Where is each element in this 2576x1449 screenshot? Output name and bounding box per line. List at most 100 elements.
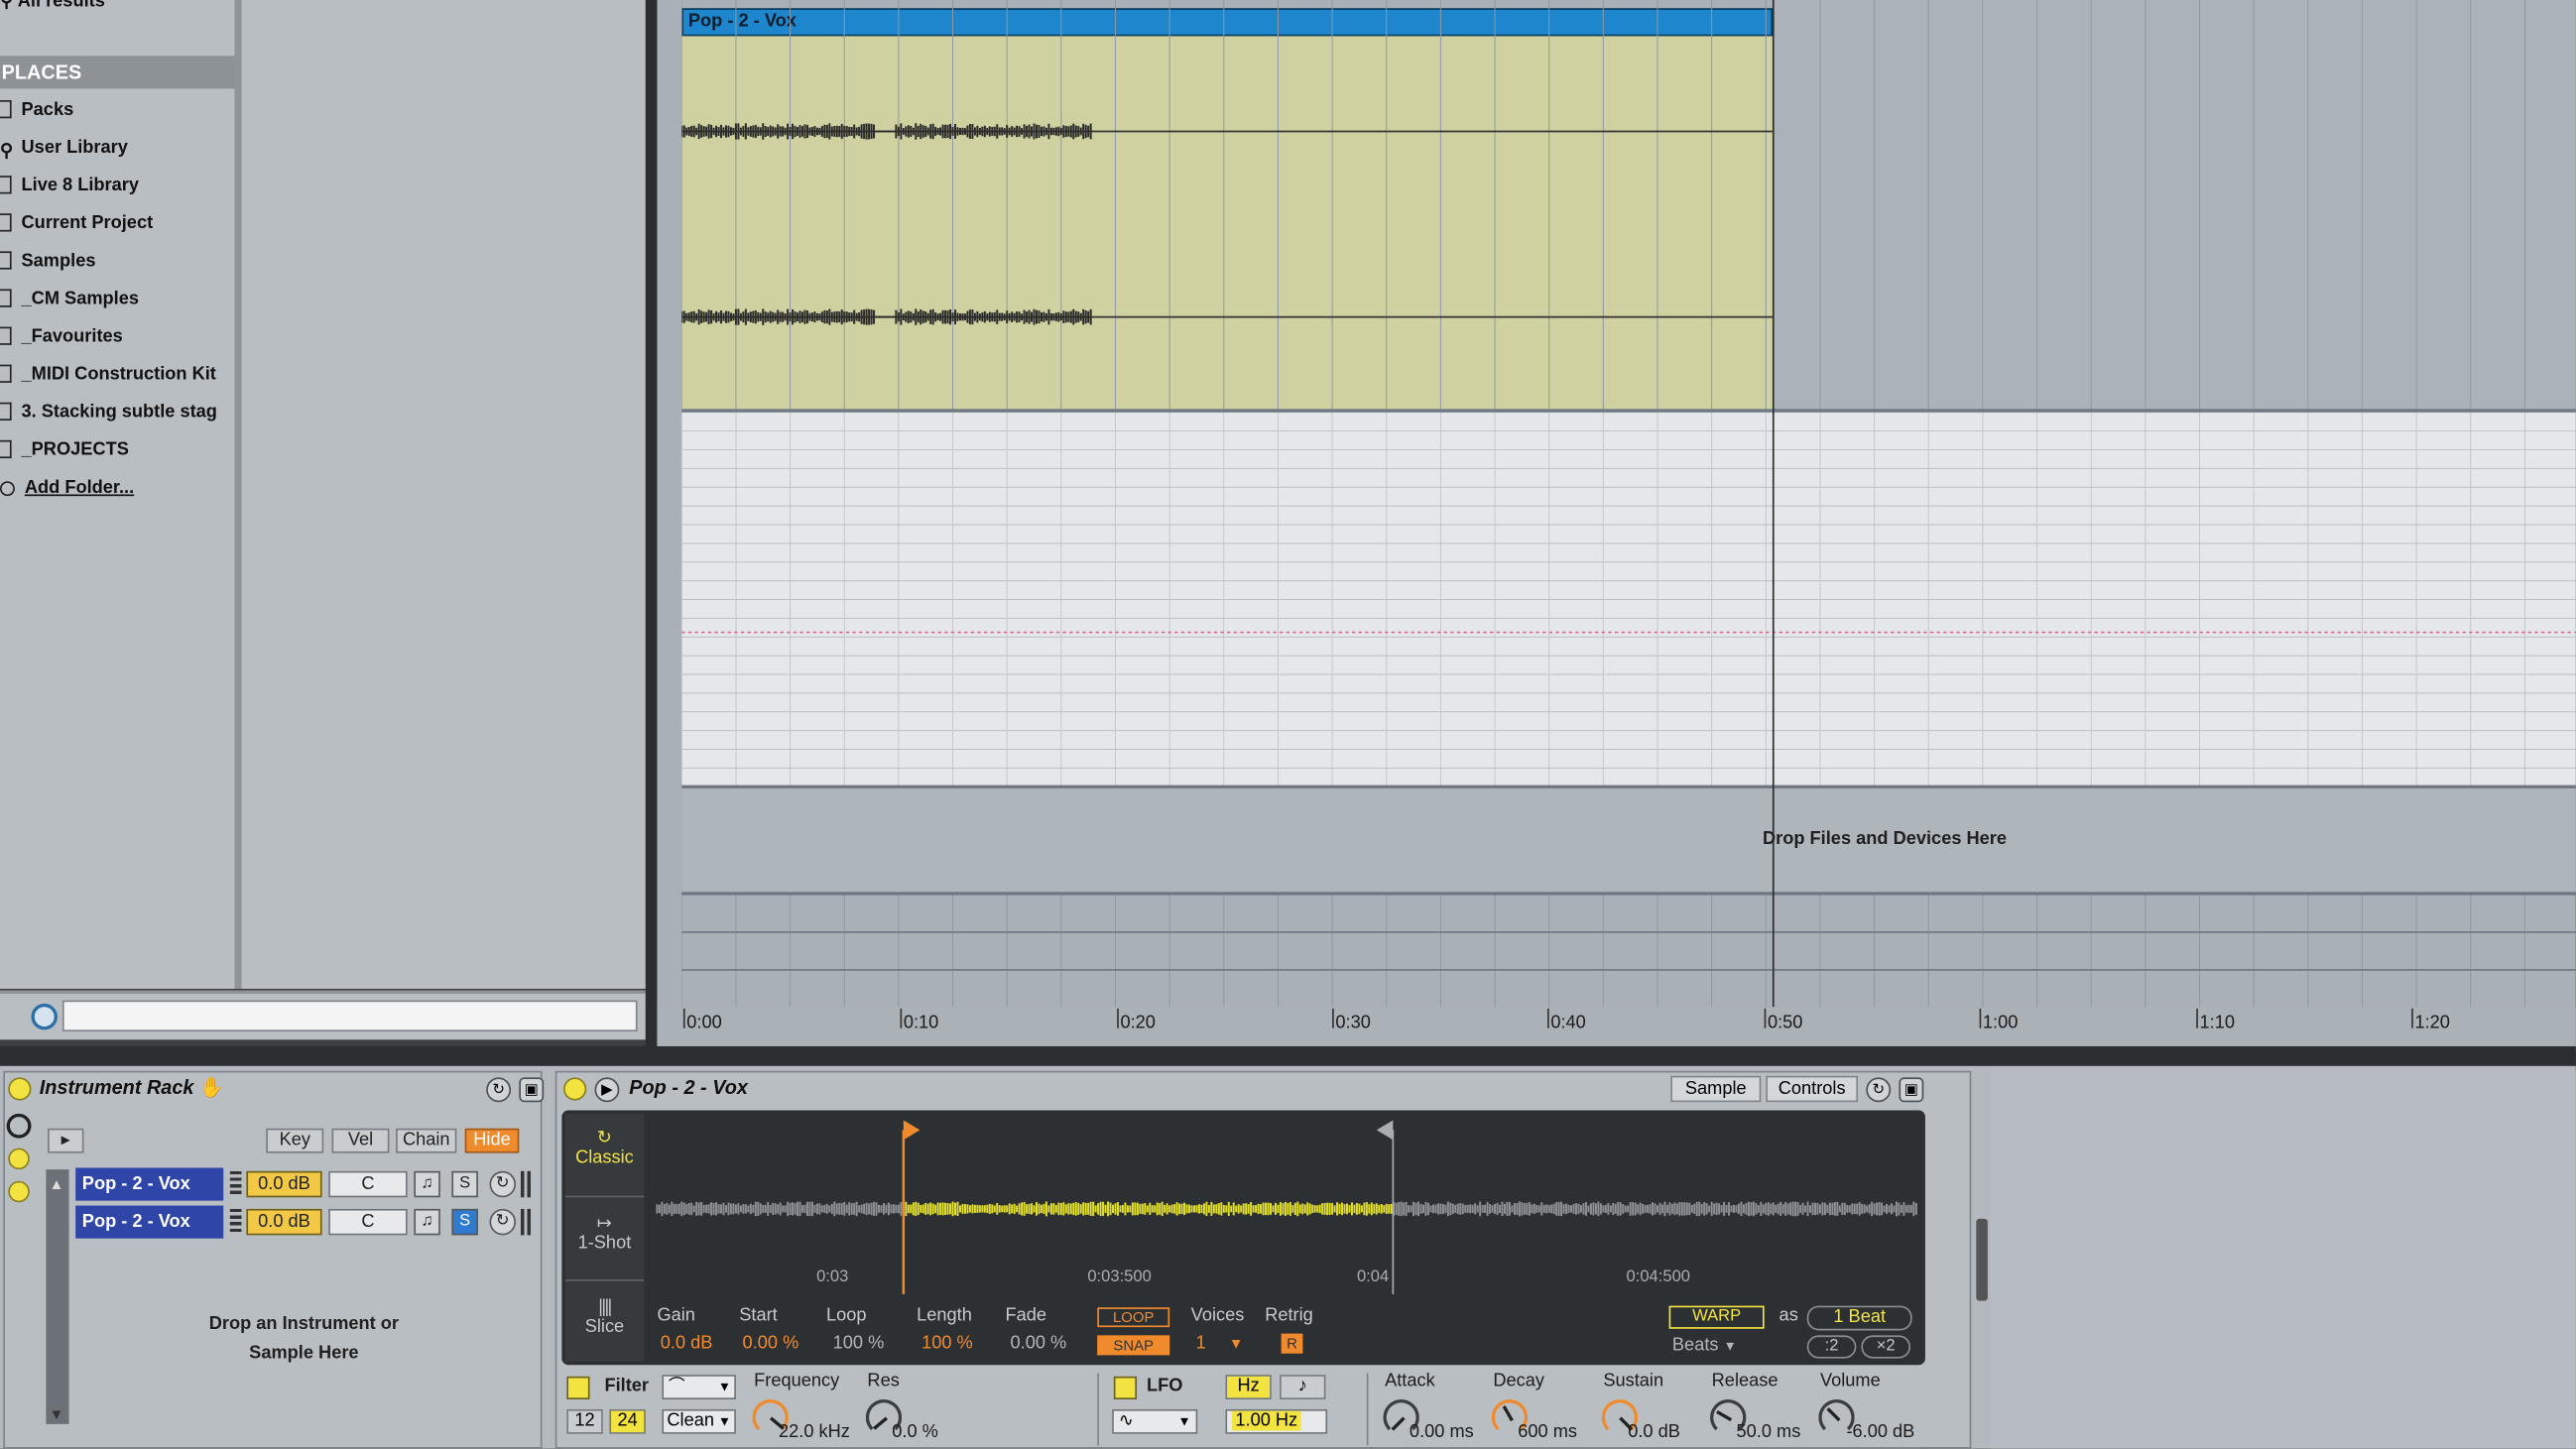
- mode-slice[interactable]: |||| Slice: [565, 1297, 644, 1337]
- slope-12-button[interactable]: 12: [566, 1408, 603, 1434]
- drag-handle-icon[interactable]: [229, 1170, 242, 1198]
- filter-circuit-select[interactable]: Clean ▼: [662, 1408, 736, 1434]
- double-tempo-button[interactable]: ×2: [1861, 1335, 1911, 1359]
- vel-button[interactable]: Vel: [331, 1128, 390, 1153]
- scroll-down-icon[interactable]: ▼: [50, 1406, 64, 1423]
- slope-24-button[interactable]: 24: [609, 1408, 646, 1434]
- hot-swap-icon[interactable]: ↻: [489, 1170, 517, 1198]
- place-item-current-project[interactable]: Current Project: [0, 207, 235, 240]
- auto-select-icon[interactable]: ▸: [48, 1128, 84, 1153]
- browser-item-all-results[interactable]: ⚲ All results: [0, 0, 105, 12]
- hot-swap-icon[interactable]: ↻: [489, 1208, 517, 1236]
- drag-handle-icon[interactable]: [229, 1208, 242, 1236]
- warp-mode-select[interactable]: Beats ▼: [1672, 1335, 1737, 1355]
- end-marker-flag-icon[interactable]: [1376, 1120, 1394, 1141]
- headphone-preview-icon[interactable]: [31, 1003, 58, 1030]
- place-item-favourites[interactable]: _Favourites: [0, 320, 235, 353]
- lfo-toggle[interactable]: [1113, 1376, 1138, 1399]
- device-area-scrollbar[interactable]: [1976, 1218, 1988, 1301]
- chain-volume[interactable]: 0.0 dB: [246, 1170, 322, 1198]
- mode-divider: [564, 1279, 645, 1281]
- solo-button[interactable]: S: [451, 1208, 478, 1236]
- timeline-label: 0:10: [903, 1013, 939, 1033]
- chain-button[interactable]: Chain: [396, 1128, 457, 1153]
- chain-pan[interactable]: C: [328, 1208, 408, 1236]
- tab-sample[interactable]: Sample: [1670, 1075, 1762, 1103]
- place-item-projects[interactable]: _PROJECTS: [0, 433, 235, 466]
- place-item-stacking[interactable]: 3. Stacking subtle stag: [0, 396, 235, 428]
- chevron-down-icon[interactable]: ▼: [1229, 1335, 1244, 1352]
- drop-zone[interactable]: [681, 786, 2576, 894]
- start-value[interactable]: 0.00 %: [743, 1334, 799, 1354]
- lfo-rate-field[interactable]: 1.00 Hz: [1225, 1408, 1328, 1434]
- rack-hot-swap-icon[interactable]: ↻: [486, 1077, 512, 1103]
- rack-drop-zone[interactable]: Drop an Instrument or Sample Here: [181, 1309, 427, 1369]
- chain-name[interactable]: Pop - 2 - Vox: [75, 1205, 224, 1239]
- tab-controls[interactable]: Controls: [1766, 1075, 1859, 1103]
- user-icon: ⚲: [0, 141, 14, 162]
- device-hot-swap-icon[interactable]: ↻: [1866, 1077, 1892, 1103]
- place-label: _MIDI Construction Kit: [21, 364, 216, 385]
- solo-button[interactable]: S: [451, 1170, 478, 1198]
- chain-list-scrollbar[interactable]: [46, 1169, 69, 1424]
- filter-type-select[interactable]: ⌒ ▼: [662, 1375, 736, 1399]
- rack-power-icon[interactable]: [8, 1077, 32, 1101]
- speaker-icon[interactable]: ♫: [414, 1208, 440, 1236]
- rack-chain-toggle-icon[interactable]: [8, 1147, 30, 1170]
- lfo-hz-button[interactable]: Hz: [1225, 1375, 1272, 1399]
- place-item-cm-samples[interactable]: _CM Samples: [0, 283, 235, 315]
- place-item-packs[interactable]: Packs: [0, 93, 235, 126]
- timeline-tick: [682, 1008, 685, 1028]
- play-preview-icon[interactable]: ▶: [594, 1077, 620, 1103]
- timeline-ruler[interactable]: [657, 1007, 2576, 1046]
- loop-toggle[interactable]: LOOP: [1097, 1307, 1170, 1328]
- browser-divider[interactable]: [234, 0, 242, 989]
- browser-search-input[interactable]: [61, 1000, 638, 1032]
- place-item-midi-construction[interactable]: _MIDI Construction Kit: [0, 358, 235, 391]
- filter-toggle[interactable]: [566, 1376, 590, 1399]
- place-item-samples[interactable]: Samples: [0, 245, 235, 278]
- rack-device-toggle-icon[interactable]: [8, 1180, 30, 1203]
- lfo-waveform-select[interactable]: ∿ ▼: [1112, 1408, 1198, 1434]
- start-marker-flag-icon[interactable]: [903, 1120, 920, 1141]
- retrig-toggle[interactable]: R: [1281, 1333, 1303, 1354]
- hide-button[interactable]: Hide: [464, 1128, 520, 1153]
- device-chain-empty-area[interactable]: [1991, 1070, 2576, 1449]
- place-label: _PROJECTS: [21, 439, 129, 460]
- mode-classic[interactable]: ↻ Classic: [565, 1127, 644, 1168]
- folder-icon: [0, 289, 12, 307]
- loop-end-marker[interactable]: [1772, 0, 1775, 1027]
- device-power-icon[interactable]: [563, 1077, 587, 1101]
- speaker-icon[interactable]: ♫: [414, 1170, 440, 1198]
- place-item-user-library[interactable]: ⚲ User Library: [0, 131, 235, 164]
- warp-beat-value[interactable]: 1 Beat: [1806, 1305, 1912, 1331]
- chain-name[interactable]: Pop - 2 - Vox: [75, 1167, 224, 1201]
- snap-toggle[interactable]: SNAP: [1097, 1335, 1170, 1356]
- loop-value[interactable]: 100 %: [833, 1334, 885, 1354]
- scroll-up-icon[interactable]: ▲: [50, 1176, 64, 1193]
- rack-macro-toggle-icon[interactable]: [6, 1113, 32, 1139]
- place-item-live-library[interactable]: Live 8 Library: [0, 170, 235, 202]
- device-save-icon[interactable]: ▣: [1899, 1077, 1924, 1103]
- chain-row[interactable]: Pop - 2 - Vox 0.0 dB C ♫ S ↻: [75, 1205, 537, 1239]
- place-label: User Library: [21, 138, 128, 158]
- key-button[interactable]: Key: [266, 1128, 324, 1153]
- rack-save-icon[interactable]: ▣: [519, 1077, 545, 1103]
- sustain-label: Sustain: [1603, 1371, 1664, 1391]
- add-folder-link[interactable]: Add Folder...: [0, 471, 235, 504]
- chain-row[interactable]: Pop - 2 - Vox 0.0 dB C ♫ S ↻: [75, 1167, 537, 1201]
- voices-value[interactable]: 1: [1196, 1334, 1206, 1354]
- chain-pan[interactable]: C: [328, 1170, 408, 1198]
- fade-label: Fade: [1005, 1305, 1047, 1326]
- half-tempo-button[interactable]: :2: [1806, 1335, 1857, 1359]
- fade-value[interactable]: 0.00 %: [1011, 1334, 1067, 1354]
- length-value[interactable]: 100 %: [921, 1334, 973, 1354]
- gain-value[interactable]: 0.0 dB: [661, 1334, 713, 1354]
- lfo-sync-button[interactable]: ♪: [1280, 1375, 1326, 1399]
- warp-toggle[interactable]: WARP: [1668, 1305, 1765, 1329]
- mode-one-shot[interactable]: ↦ 1-Shot: [565, 1212, 644, 1254]
- track-divider: [681, 969, 2576, 971]
- chain-volume[interactable]: 0.0 dB: [246, 1208, 322, 1236]
- timeline-label: 0:50: [1767, 1013, 1803, 1033]
- track-divider: [681, 892, 2576, 896]
